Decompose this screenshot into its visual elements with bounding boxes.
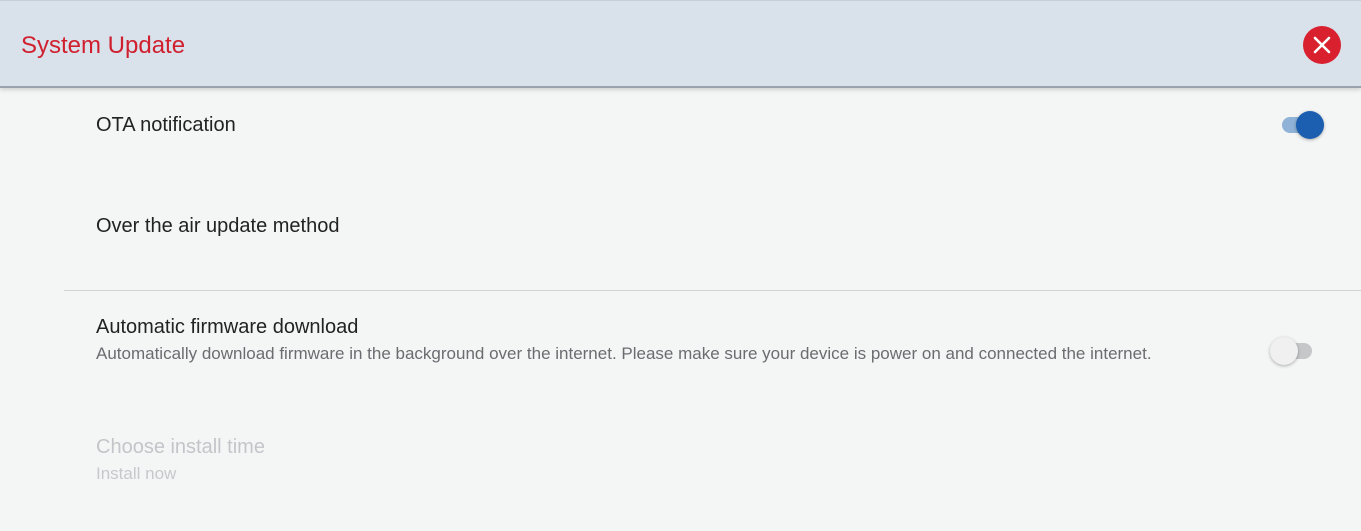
auto-download-label: Automatic firmware download: [96, 316, 359, 338]
close-button[interactable]: [1303, 26, 1341, 64]
section-divider: [64, 290, 1361, 291]
install-time-label: Choose install time: [96, 436, 265, 458]
auto-download-description: Automatically download firmware in the b…: [96, 344, 1152, 363]
toggle-thumb: [1270, 337, 1298, 365]
title-bar: System Update: [0, 0, 1361, 88]
system-update-window: System Update OTA notification Over the …: [0, 0, 1361, 531]
ota-notification-label: OTA notification: [96, 114, 236, 136]
ota-notification-toggle[interactable]: [1280, 109, 1326, 139]
close-icon: [1313, 36, 1331, 54]
install-time-value: Install now: [96, 464, 177, 483]
page-title: System Update: [21, 32, 186, 59]
toggle-thumb: [1296, 111, 1324, 139]
auto-download-toggle[interactable]: [1270, 335, 1316, 365]
ota-method-label: Over the air update method: [96, 215, 340, 237]
